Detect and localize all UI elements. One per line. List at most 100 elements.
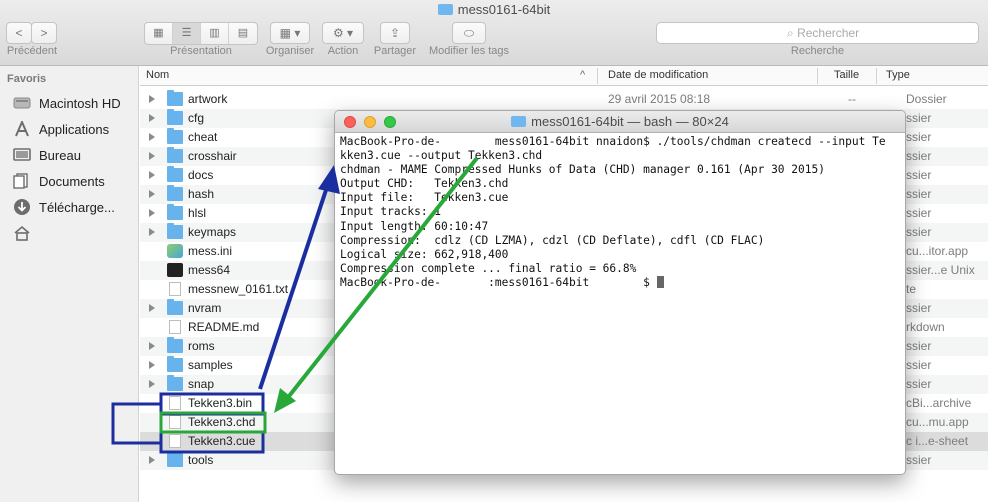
file-kind: ssier	[906, 187, 932, 201]
disclosure-triangle-icon[interactable]	[149, 380, 155, 388]
file-kind: ssier	[906, 453, 932, 467]
terminal-cursor	[656, 275, 664, 288]
folder-icon	[167, 109, 183, 125]
search-label: Recherche	[790, 45, 845, 57]
file-name: Tekken3.bin	[188, 396, 253, 410]
sidebar-item-macintosh-hd[interactable]: Macintosh HD	[0, 90, 138, 116]
folder-icon	[167, 204, 183, 220]
icon-view-button[interactable]: ▦	[145, 23, 173, 44]
disclosure-triangle-icon[interactable]	[149, 209, 155, 217]
file-name: keymaps	[188, 225, 237, 239]
file-name: cheat	[188, 130, 218, 144]
column-kind-header[interactable]: Type	[886, 69, 910, 81]
disclosure-triangle-icon[interactable]	[149, 361, 155, 369]
file-name: Tekken3.chd	[188, 415, 256, 429]
share-button[interactable]: ⇪	[380, 22, 410, 44]
folder-icon	[167, 90, 183, 106]
disclosure-triangle-icon[interactable]	[149, 190, 155, 198]
folder-icon	[437, 4, 453, 15]
action-button[interactable]: ⚙ ▾	[322, 22, 364, 44]
file-kind: ssier	[906, 111, 932, 125]
file-date: 29 avril 2015 08:18	[608, 92, 711, 106]
file-kind: ssier	[906, 301, 932, 315]
document-icon	[169, 320, 181, 334]
file-name: artwork	[188, 92, 228, 106]
applications-icon	[12, 121, 32, 137]
file-name: messnew_0161.txt	[188, 282, 289, 296]
terminal-line: Logical size: 662,918,400	[340, 247, 509, 261]
terminal-line: Input length: 60:10:47	[340, 219, 489, 233]
file-kind: ssier	[906, 130, 932, 144]
folder-icon	[167, 356, 183, 372]
disclosure-triangle-icon[interactable]	[149, 228, 155, 236]
file-name: crosshair	[188, 149, 237, 163]
file-name: roms	[188, 339, 215, 353]
sidebar-heading: Favoris	[7, 73, 47, 85]
list-view-button[interactable]: ☰	[173, 23, 201, 44]
disclosure-triangle-icon[interactable]	[149, 304, 155, 312]
edit-tags-label: Modifier les tags	[428, 45, 510, 57]
file-kind: rkdown	[906, 320, 945, 334]
file-size: --	[848, 92, 856, 106]
file-kind: ssier	[906, 149, 932, 163]
sidebar-item-home[interactable]	[0, 220, 138, 246]
sidebar-item-bureau[interactable]: Bureau	[0, 142, 138, 168]
folder-icon	[167, 451, 183, 467]
view-switcher: ▦ ☰ ▥ ▤	[144, 22, 258, 45]
terminal-output[interactable]: MacBook-Pro-de- mess0161-64bit nnaidon$ …	[335, 133, 905, 292]
file-name: snap	[188, 377, 215, 391]
file-kind: te	[906, 282, 917, 296]
folder-icon	[167, 147, 183, 163]
disclosure-triangle-icon[interactable]	[149, 342, 155, 350]
terminal-window[interactable]: mess0161-64bit — bash — 80×24 MacBook-Pr…	[334, 110, 906, 475]
column-name-header[interactable]: Nom	[146, 69, 169, 81]
disclosure-triangle-icon[interactable]	[149, 152, 155, 160]
file-name: Tekken3.cue	[188, 434, 256, 448]
file-kind: ssier	[906, 339, 932, 353]
file-kind: cu...itor.app	[906, 244, 969, 258]
sidebar-item-applications[interactable]: Applications	[0, 116, 138, 142]
terminal-line: MacBook-Pro-de- mess0161-64bit nnaidon$ …	[340, 135, 886, 148]
sidebar-item-downloads[interactable]: Télécharge...	[0, 194, 138, 220]
file-kind: ssier	[906, 225, 932, 239]
column-date-header[interactable]: Date de modification	[608, 69, 708, 81]
terminal-line: chdman - MAME Compressed Hunks of Data (…	[340, 163, 825, 177]
column-size-header[interactable]: Taille	[834, 69, 859, 81]
action-label: Action	[327, 45, 359, 57]
file-name: mess.ini	[188, 244, 233, 258]
disclosure-triangle-icon[interactable]	[149, 114, 155, 122]
back-button[interactable]: <	[6, 22, 32, 44]
file-kind: c i...e-sheet	[906, 434, 969, 448]
terminal-title: mess0161-64bit — bash — 80×24	[335, 114, 905, 129]
disclosure-triangle-icon[interactable]	[149, 456, 155, 464]
folder-icon	[167, 223, 183, 239]
disclosure-triangle-icon[interactable]	[149, 95, 155, 103]
terminal-line: kken3.cue --output Tekken3.chd	[340, 149, 543, 163]
file-name: hlsl	[188, 206, 207, 220]
arrange-button[interactable]: ▦ ▾	[270, 22, 310, 44]
file-kind: ssier	[906, 377, 932, 391]
file-name: README.md	[188, 320, 260, 334]
table-row[interactable]: artwork 29 avril 2015 08:18 -- Dossier	[140, 90, 988, 109]
file-name: nvram	[188, 301, 222, 315]
search-input[interactable]: ⌕ Rechercher	[656, 22, 979, 44]
terminal-titlebar[interactable]: mess0161-64bit — bash — 80×24	[335, 111, 905, 133]
sidebar: Favoris Macintosh HD Applications Bureau…	[0, 66, 139, 502]
file-name: hash	[188, 187, 215, 201]
sidebar-item-documents[interactable]: Documents	[0, 168, 138, 194]
column-view-button[interactable]: ▥	[201, 23, 229, 44]
edit-tags-button[interactable]: ⬭	[452, 22, 486, 44]
disclosure-triangle-icon[interactable]	[149, 133, 155, 141]
file-kind: ssier	[906, 358, 932, 372]
forward-button[interactable]: >	[31, 22, 57, 44]
sort-ascending-icon: ^	[580, 69, 586, 81]
app-document-icon	[167, 244, 183, 258]
search-icon: ⌕	[787, 26, 798, 40]
disclosure-triangle-icon[interactable]	[149, 171, 155, 179]
terminal-line: Compression: cdlz (CD LZMA), cdzl (CD De…	[340, 233, 765, 247]
file-name: cfg	[188, 111, 205, 125]
finder-toolbar: mess0161-64bit < > Précédent ▦ ☰ ▥ ▤ Prés…	[0, 0, 988, 66]
coverflow-view-button[interactable]: ▤	[229, 23, 257, 44]
document-icon	[169, 434, 181, 448]
terminal-line: Input tracks: 1	[340, 205, 442, 219]
